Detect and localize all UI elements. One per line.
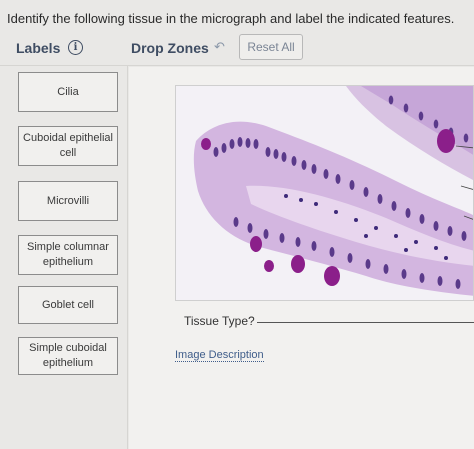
label-goblet-cell[interactable]: Goblet cell <box>18 286 118 324</box>
question-text: Identify the following tissue in the mic… <box>7 11 455 26</box>
label-cuboidal-epithelial-cell[interactable]: Cuboidal epithelial cell <box>18 126 118 166</box>
info-icon[interactable]: i <box>68 40 83 55</box>
micrograph-image <box>175 85 474 301</box>
label-cilia[interactable]: Cilia <box>18 72 118 112</box>
label-simple-cuboidal-epithelium[interactable]: Simple cuboidal epithelium <box>18 337 118 375</box>
image-description-link[interactable]: Image Description <box>175 349 264 362</box>
micrograph-svg <box>176 86 473 300</box>
labels-panel: Cilia Cuboidal epithelial cell Microvill… <box>0 66 128 449</box>
undo-icon[interactable]: ↶ <box>214 39 225 55</box>
label-simple-columnar-epithelium[interactable]: Simple columnar epithelium <box>18 235 118 275</box>
label-microvilli[interactable]: Microvilli <box>18 181 118 221</box>
labels-title: Labels <box>16 40 61 56</box>
tissue-type-label: Tissue Type? <box>184 314 255 328</box>
tissue-type-drop-line[interactable] <box>257 322 474 323</box>
drop-zone-canvas: Tissue Type? Image Description <box>129 67 474 449</box>
reset-all-button[interactable]: Reset All <box>239 34 303 60</box>
dropzones-title: Drop Zones <box>131 40 209 56</box>
toolbar: Labels i Drop Zones ↶ Reset All <box>0 28 474 66</box>
